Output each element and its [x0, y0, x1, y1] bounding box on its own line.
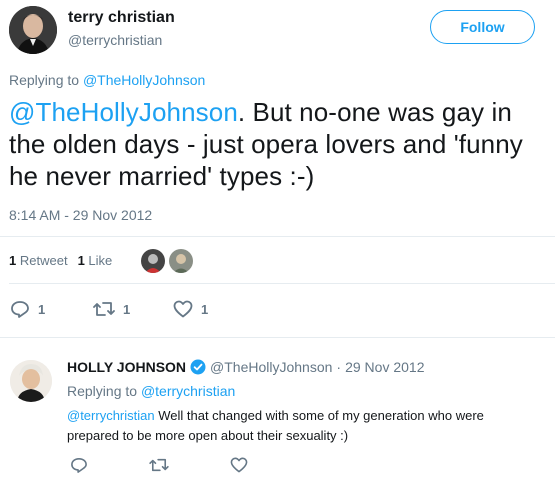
like-count: 1 — [201, 301, 209, 317]
reply-separator: · — [336, 359, 342, 375]
tweet-mention-link[interactable]: @TheHollyJohnson — [9, 97, 238, 127]
reply-icon — [11, 301, 29, 318]
liker-avatar[interactable] — [141, 249, 165, 273]
reply-author-avatar[interactable] — [10, 360, 52, 402]
retweet-stat[interactable]: 1 Retweet — [9, 253, 68, 268]
retweet-icon — [149, 458, 169, 472]
reply-icon — [71, 457, 87, 473]
author-name[interactable]: terry christian — [68, 9, 175, 27]
liker-avatar[interactable] — [169, 249, 193, 273]
heart-icon — [173, 300, 193, 318]
reply-retweet-action[interactable] — [149, 457, 169, 477]
like-stat-label: Like — [88, 253, 113, 268]
reply-date[interactable]: 29 Nov 2012 — [345, 359, 424, 375]
reply-text: @terrychristian Well that changed with s… — [67, 406, 507, 446]
retweet-count: 1 — [123, 301, 131, 317]
retweet-icon — [93, 302, 115, 316]
replying-prefix: Replying to — [9, 72, 80, 88]
divider — [0, 337, 555, 338]
author-handle[interactable]: @terrychristian — [68, 32, 162, 48]
follow-button[interactable]: Follow — [430, 10, 535, 44]
replying-to-line: Replying to @TheHollyJohnson — [9, 72, 205, 88]
reply-replying-to-line: Replying to @terrychristian — [67, 383, 235, 399]
retweet-stat-count: 1 — [9, 253, 17, 268]
reply-count: 1 — [38, 301, 46, 317]
heart-icon — [230, 457, 248, 473]
retweet-action[interactable]: 1 — [93, 300, 130, 318]
reply-replying-prefix: Replying to — [67, 383, 138, 399]
tweet-stats: 1 Retweet 1 Like — [9, 253, 112, 268]
reply-action[interactable]: 1 — [10, 300, 45, 318]
tweet-page: terry christian @terrychristian Follow R… — [0, 0, 555, 477]
like-stat-count: 1 — [77, 253, 85, 268]
reply-mention-link[interactable]: @terrychristian — [67, 408, 155, 423]
tweet-text: @TheHollyJohnson. But no-one was gay in … — [9, 96, 554, 192]
divider — [9, 283, 555, 284]
like-action[interactable]: 1 — [173, 300, 208, 318]
retweet-stat-label: Retweet — [19, 253, 68, 268]
replying-to-link[interactable]: @TheHollyJohnson — [83, 72, 205, 88]
verified-badge-icon — [190, 359, 206, 375]
reply-author-name[interactable]: HOLLY JOHNSON — [67, 359, 186, 375]
like-stat[interactable]: 1 Like — [78, 253, 113, 268]
author-avatar[interactable] — [9, 6, 57, 54]
reply-header: HOLLY JOHNSON @TheHollyJohnson · 29 Nov … — [67, 359, 425, 375]
reply-replying-to-link[interactable]: @terrychristian — [141, 383, 235, 399]
divider — [0, 236, 555, 237]
reply-like-action[interactable] — [230, 457, 248, 477]
reply-reply-action[interactable] — [70, 457, 88, 477]
reply-author-handle[interactable]: @TheHollyJohnson — [210, 359, 332, 375]
tweet-timestamp[interactable]: 8:14 AM - 29 Nov 2012 — [9, 207, 152, 223]
